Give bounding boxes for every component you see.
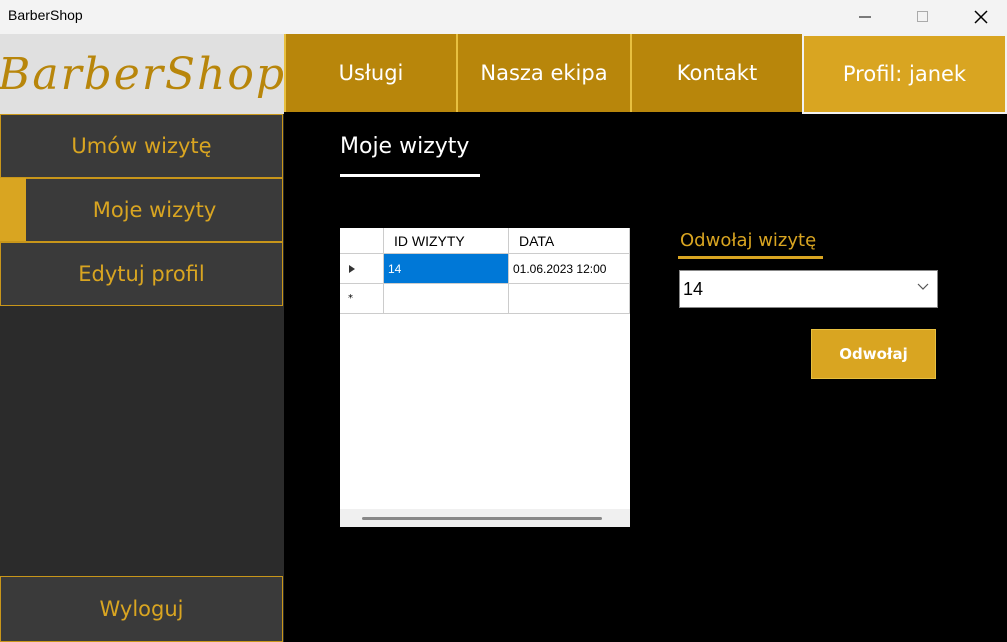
sidebar-item-umow-wizyte[interactable]: Umów wizytę [0, 114, 283, 178]
active-indicator [0, 178, 26, 241]
grid-cell-id[interactable]: 14 [384, 254, 509, 284]
nav-profile-label: Profil: janek [842, 62, 967, 86]
minimize-button[interactable] [836, 0, 894, 34]
cancel-visit-selected-value: 14 [683, 279, 704, 299]
grid-row-header[interactable] [340, 254, 384, 284]
close-icon [974, 10, 988, 24]
logo: BarberShop [0, 34, 284, 114]
chevron-down-icon [917, 283, 929, 290]
scrollbar-thumb[interactable] [362, 517, 602, 520]
nav-ekipa-button[interactable]: Nasza ekipa [456, 34, 630, 112]
sidebar-item-moje-wizyty[interactable]: Moje wizyty [0, 178, 283, 242]
grid-cell-data[interactable]: 01.06.2023 12:00 [509, 254, 630, 284]
logout-button[interactable]: Wyloguj [0, 576, 283, 642]
grid-new-row-cell-data[interactable] [509, 284, 630, 314]
cancel-visit-button-label: Odwołaj [839, 345, 908, 363]
page-title-underline [340, 174, 480, 177]
grid-new-row-header[interactable]: * [340, 284, 384, 314]
cancel-visit-button[interactable]: Odwołaj [811, 329, 936, 379]
nav-kontakt-button[interactable]: Kontakt [630, 34, 802, 112]
grid-new-row-cell-id[interactable] [384, 284, 509, 314]
logo-text: BarberShop [0, 48, 286, 100]
maximize-button[interactable] [894, 0, 952, 34]
sidebar-item-label: Umów wizytę [71, 134, 212, 158]
cancel-visit-underline [678, 256, 823, 259]
page-title: Moje wizyty [340, 134, 470, 159]
sidebar-item-label: Moje wizyty [92, 198, 217, 222]
cancel-visit-select[interactable]: 14 [679, 270, 938, 308]
top-nav: Usługi Nasza ekipa Kontakt Profil: janek [284, 34, 1007, 114]
maximize-icon [917, 11, 928, 22]
grid-column-header-data[interactable]: DATA [509, 228, 630, 254]
current-row-arrow-icon [349, 264, 355, 273]
logout-label: Wyloguj [99, 597, 184, 621]
grid-column-header-id[interactable]: ID WIZYTY [384, 228, 509, 254]
close-button[interactable] [952, 0, 1007, 34]
minimize-icon [859, 16, 871, 18]
sidebar-item-label: Edytuj profil [78, 262, 205, 286]
window-title: BarberShop [8, 7, 83, 23]
sidebar-item-edytuj-profil[interactable]: Edytuj profil [0, 242, 283, 306]
nav-profile-button[interactable]: Profil: janek [802, 34, 1007, 114]
grid-corner-header [340, 228, 384, 254]
visits-grid[interactable]: ID WIZYTY DATA 14 01.06.2023 12:00 * [340, 228, 630, 527]
window-title-bar: BarberShop [0, 0, 1007, 34]
cancel-visit-label: Odwołaj wizytę [680, 230, 817, 251]
nav-uslugi-button[interactable]: Usługi [284, 34, 456, 112]
sidebar: Umów wizytę Moje wizyty Edytuj profil Wy… [0, 114, 284, 642]
nav-ekipa-label: Nasza ekipa [480, 61, 608, 85]
nav-uslugi-label: Usługi [338, 61, 404, 85]
grid-horizontal-scrollbar[interactable] [340, 509, 630, 527]
new-row-asterisk-icon: * [348, 293, 353, 304]
nav-kontakt-label: Kontakt [676, 61, 758, 85]
